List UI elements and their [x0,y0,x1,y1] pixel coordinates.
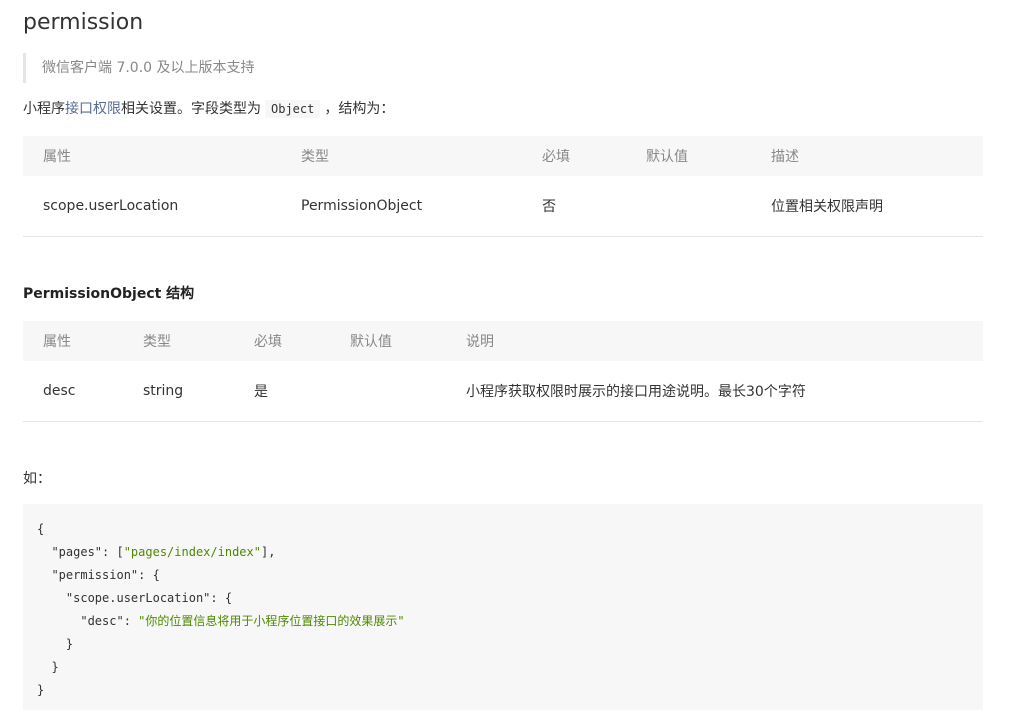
code-line: } [37,683,45,697]
table-cell: 位置相关权限声明 [771,198,883,215]
header-cell: 属性 [43,149,71,165]
header-cell: 默认值 [350,334,392,350]
table-cell: string [143,382,184,399]
code-string: "你的位置信息将用于小程序位置接口的效果展示" [138,614,405,628]
code-line: "pages": [ [37,545,124,559]
header-cell: 必填 [542,149,570,165]
table-cell: 小程序获取权限时展示的接口用途说明。最长30个字符 [466,383,806,400]
table-cell: scope.userLocation [43,197,179,214]
intro-middle: 相关设置。字段类型为 [121,101,261,117]
table-header-row: 属性 类型 必填 默认值 描述 [23,136,983,176]
header-cell: 类型 [143,334,171,350]
header-cell: 默认值 [646,149,688,165]
intro-suffix: ，结构为： [324,101,395,117]
code-line: "permission": { [37,568,160,582]
table-cell: 是 [254,383,268,400]
version-note: 微信客户端 7.0.0 及以上版本支持 [23,53,983,83]
header-cell: 说明 [466,334,494,350]
code-line: "scope.userLocation": { [37,591,233,605]
example-label: 如： [23,471,51,487]
table-row: desc string 是 小程序获取权限时展示的接口用途说明。最长30个字符 [23,361,983,421]
code-line: { [37,522,45,536]
table-cell: PermissionObject [301,197,423,214]
api-permission-link[interactable]: 接口权限 [65,101,121,117]
code-string: "pages/index/index" [123,545,261,559]
permission-object-table: 属性 类型 必填 默认值 说明 desc string 是 小程序获取权限时展示… [23,321,983,422]
code-block: { "pages": ["pages/index/index"], "permi… [23,504,983,710]
page-title: permission [23,10,144,35]
header-cell: 描述 [771,149,799,165]
table-cell: desc [43,382,76,399]
code-line: ], [260,545,276,559]
table-row: scope.userLocation PermissionObject 否 位置… [23,176,983,236]
code-line: } [37,660,59,674]
table-cell: 否 [542,198,556,215]
section-heading: PermissionObject 结构 [23,286,195,302]
table-header-row: 属性 类型 必填 默认值 说明 [23,321,983,361]
header-cell: 属性 [43,334,71,350]
inline-code: Object [265,100,321,118]
header-cell: 类型 [301,149,329,165]
intro-text: 小程序接口权限相关设置。字段类型为 Object ，结构为： [23,98,394,120]
table-cell [330,361,446,421]
intro-prefix: 小程序 [23,101,65,117]
header-cell: 必填 [254,334,282,350]
permission-table: 属性 类型 必填 默认值 描述 scope.userLocation Permi… [23,136,983,237]
code-line: "desc": [37,614,139,628]
table-cell [626,176,751,236]
code-line: } [37,637,74,651]
